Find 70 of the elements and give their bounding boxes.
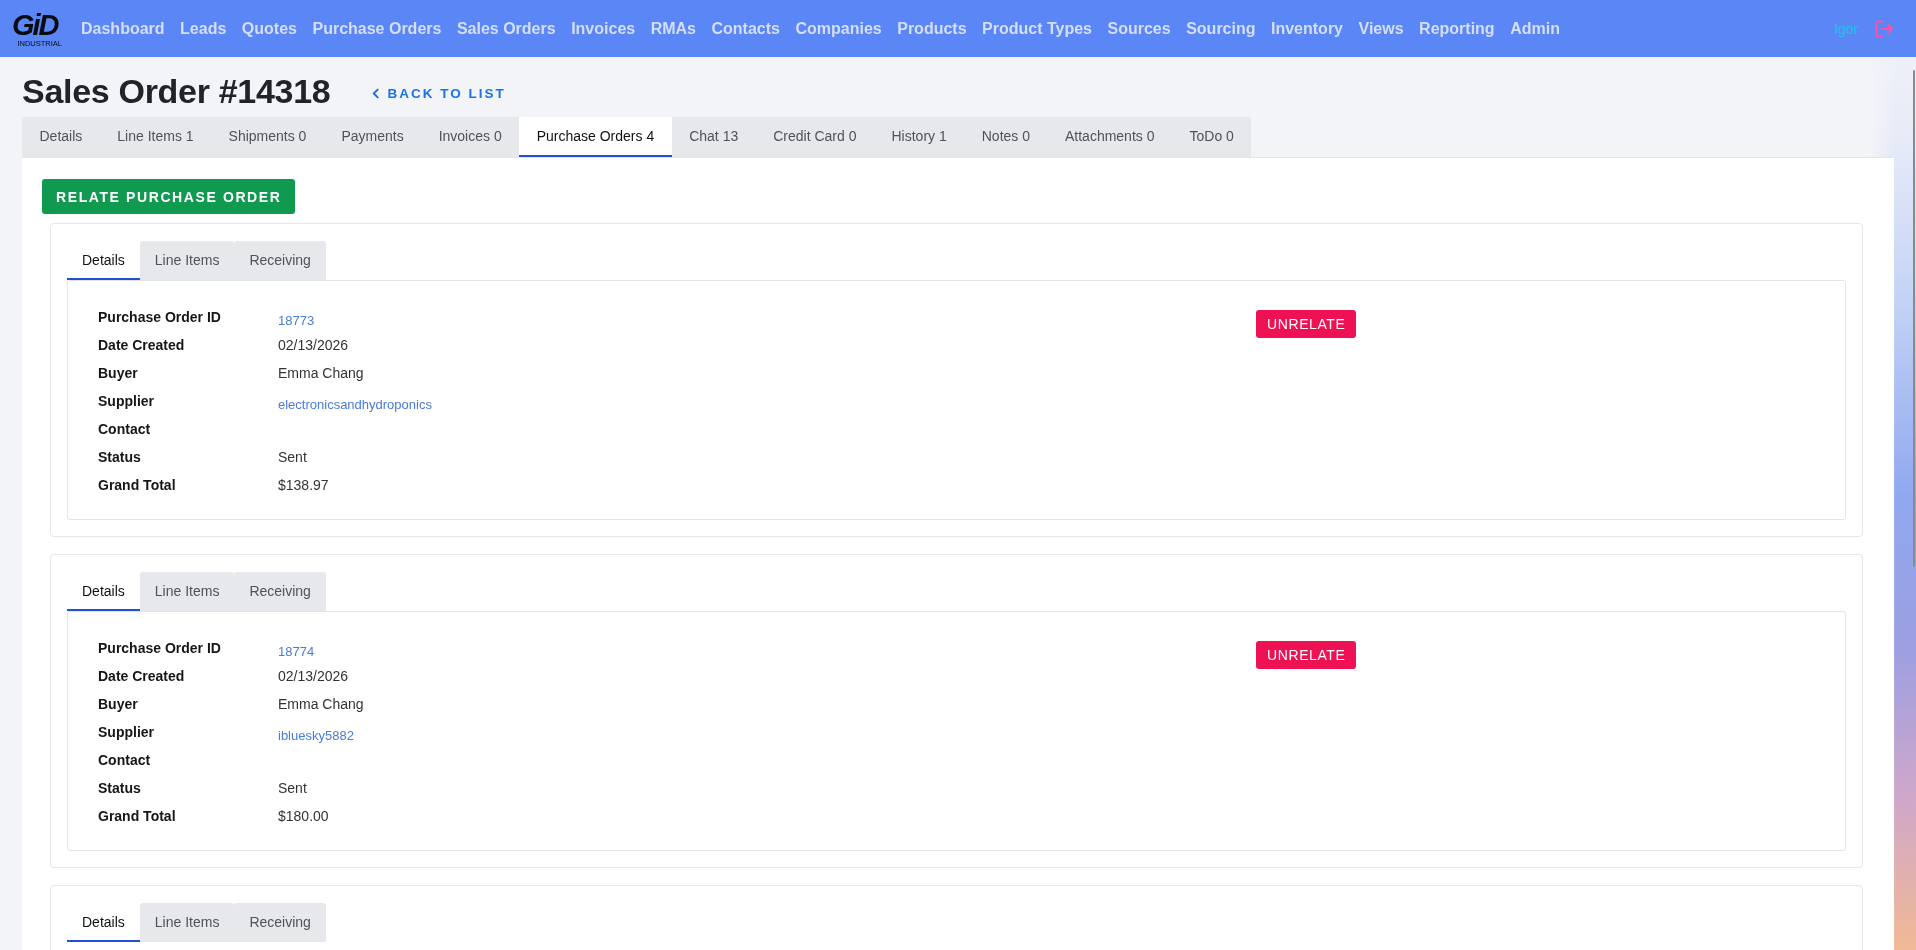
tab[interactable]: Shipments 0 — [211, 117, 324, 157]
tab[interactable]: Receiving — [234, 241, 326, 280]
nav-link[interactable]: Inventory — [1271, 19, 1343, 38]
field-value: Emma Chang — [278, 365, 364, 381]
nav-link[interactable]: Dashboard — [81, 19, 165, 38]
tab[interactable]: Attachments 0 — [1047, 117, 1172, 157]
tab[interactable]: Purchase Orders 4 — [519, 117, 672, 157]
tab[interactable]: Payments — [323, 117, 422, 157]
field-value-link[interactable]: 18774 — [278, 643, 315, 659]
tab[interactable]: Notes 0 — [964, 117, 1048, 157]
nav-link[interactable]: Contacts — [711, 19, 780, 38]
field-label: Buyer — [98, 365, 139, 381]
nav-link[interactable]: Companies — [795, 19, 882, 38]
tab[interactable]: Line Items — [139, 903, 235, 942]
field-label: Supplier — [98, 393, 155, 409]
nav-link[interactable]: Invoices — [571, 19, 636, 38]
field-label: Contact — [98, 421, 152, 437]
field-value-link[interactable]: electronicsandhydroponics — [278, 396, 432, 412]
field-value: Sent — [278, 449, 307, 465]
tab[interactable]: ToDo 0 — [1172, 117, 1252, 157]
nav-link[interactable]: Quotes — [241, 19, 297, 38]
field-label: Status — [98, 780, 142, 796]
nav-link[interactable]: Views — [1358, 19, 1404, 38]
field-label: Grand Total — [98, 808, 177, 824]
field-label: Status — [98, 449, 142, 465]
field-value: 02/13/2026 — [278, 337, 349, 353]
logout-icon[interactable] — [1874, 18, 1894, 39]
field-label: Purchase Order ID — [98, 309, 222, 325]
nav-link[interactable]: Sales Orders — [456, 19, 556, 38]
tab[interactable]: Invoices 0 — [421, 117, 520, 157]
field-value: $138.97 — [278, 477, 329, 493]
field-label: Date Created — [98, 337, 186, 353]
tab[interactable]: Receiving — [234, 903, 326, 942]
tab[interactable]: Details — [22, 117, 100, 157]
field-label: Grand Total — [98, 477, 177, 493]
nav-link[interactable]: Leads — [180, 19, 227, 38]
nav-link[interactable]: Admin — [1510, 19, 1560, 38]
tab[interactable]: Receiving — [234, 572, 326, 611]
unrelate-button[interactable]: UNRELATE — [1256, 641, 1357, 669]
field-value: Sent — [278, 780, 307, 796]
field-label: Supplier — [98, 724, 155, 740]
tab[interactable]: Line Items 1 — [99, 117, 212, 157]
field-label: Date Created — [98, 668, 186, 684]
field-value-link[interactable]: ibluesky5882 — [278, 727, 354, 743]
field-value-link[interactable]: 18773 — [278, 312, 315, 328]
nav-link[interactable]: Purchase Orders — [312, 19, 442, 38]
field-label: Purchase Order ID — [98, 640, 222, 656]
tab[interactable]: Line Items — [139, 241, 235, 280]
field-label: Buyer — [98, 696, 139, 712]
tab[interactable]: History 1 — [874, 117, 965, 157]
field-label: Contact — [98, 752, 152, 768]
nav-link[interactable]: Sources — [1107, 19, 1171, 38]
page-title: Sales Order #14318 — [22, 71, 331, 112]
chevron-left-icon — [372, 87, 380, 99]
logo-text[interactable]: GiD — [12, 9, 58, 40]
nav-link[interactable]: RMAs — [650, 19, 696, 38]
nav-link[interactable]: Reporting — [1419, 19, 1495, 38]
tab[interactable]: Chat 13 — [671, 117, 756, 157]
nav-link[interactable]: Products — [897, 19, 967, 38]
nav-link[interactable]: Sourcing — [1186, 19, 1256, 38]
tab[interactable]: Credit Card 0 — [755, 117, 874, 157]
tab[interactable]: Line Items — [139, 572, 235, 611]
nav-link[interactable]: Product Types — [982, 19, 1092, 38]
back-to-list-link[interactable]: BACK TO LIST — [372, 85, 506, 101]
field-value: $180.00 — [278, 808, 329, 824]
relate-purchase-order-button[interactable]: RELATE PURCHASE ORDER — [42, 179, 296, 214]
unrelate-button[interactable]: UNRELATE — [1256, 310, 1357, 338]
field-value: Emma Chang — [278, 696, 364, 712]
field-value: 02/13/2026 — [278, 668, 349, 684]
scrollbar-thumb[interactable] — [1913, 70, 1915, 567]
